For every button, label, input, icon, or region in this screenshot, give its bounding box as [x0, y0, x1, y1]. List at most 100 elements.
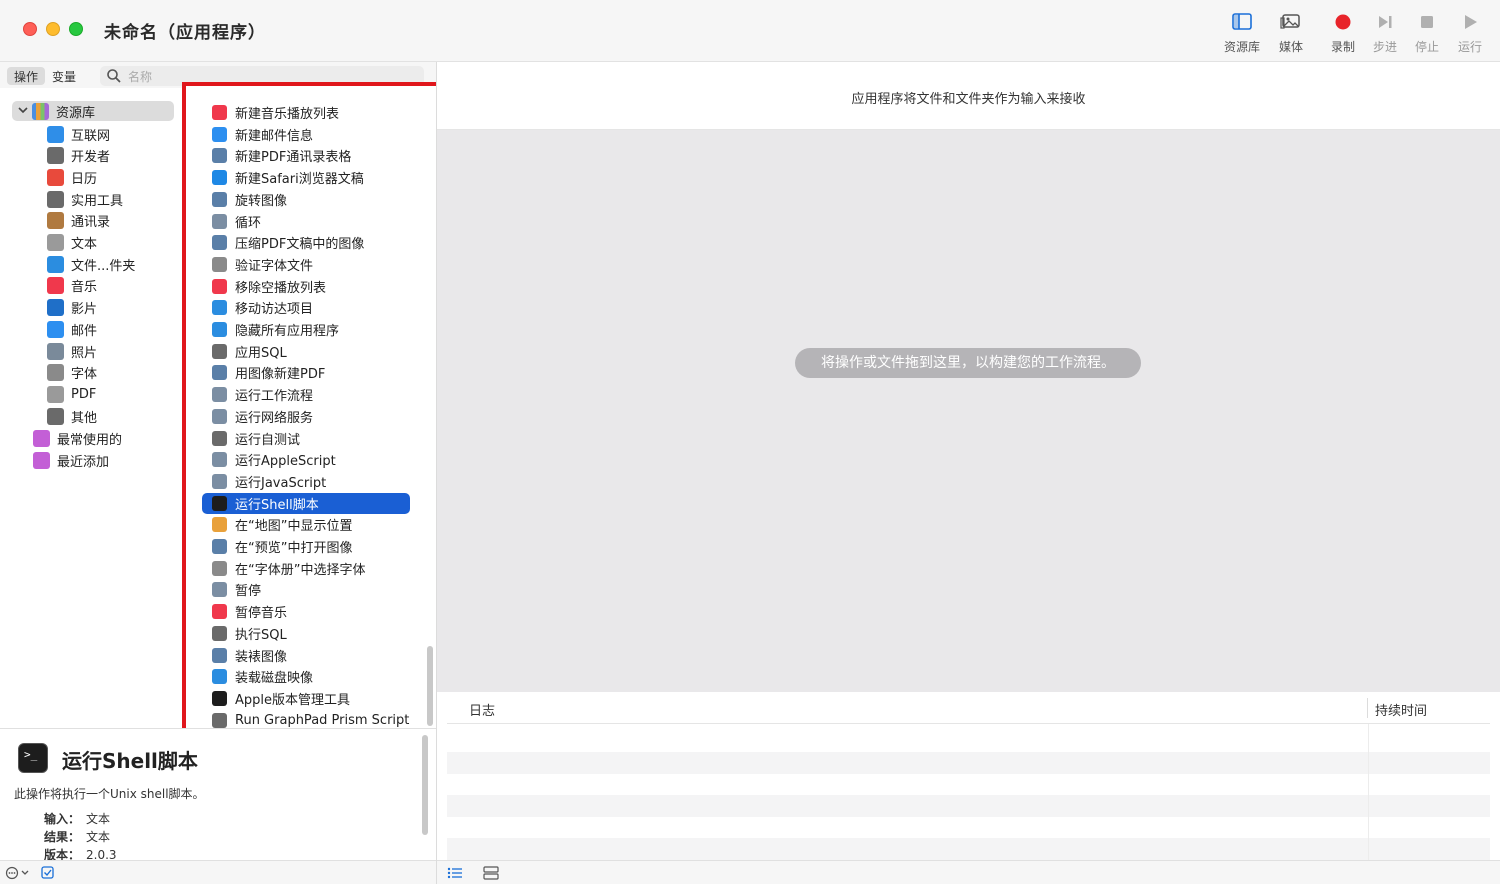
action-description-panel: >_ 运行Shell脚本 此操作将执行一个Unix shell脚本。 输入： 文本… — [0, 728, 436, 862]
action-item-label: 暂停 — [235, 584, 262, 600]
library-item-label: 文件...件夹 — [71, 258, 136, 274]
action-item[interactable]: 新建PDF通讯录表格 — [202, 145, 410, 166]
media-toolbar-button[interactable]: 媒体 — [1265, 10, 1317, 58]
tab-actions[interactable]: 操作 — [7, 67, 46, 85]
minimize-window-button[interactable] — [46, 22, 60, 36]
action-menu-icon[interactable] — [4, 865, 34, 881]
library-item[interactable]: 邮件 — [47, 319, 97, 339]
smart-group-item[interactable]: 最近添加 — [33, 450, 109, 470]
calendar-icon — [47, 168, 64, 186]
action-item[interactable]: 移动访达项目 — [202, 297, 410, 318]
smart-group-label: 最近添加 — [57, 454, 110, 470]
list-view-icon[interactable] — [446, 865, 464, 881]
action-item[interactable]: 运行自测试 — [202, 428, 410, 449]
finder-icon — [212, 322, 227, 337]
font-icon — [212, 560, 227, 576]
checkbox-icon[interactable] — [40, 865, 56, 881]
log-column-header[interactable]: 日志 — [469, 700, 495, 719]
description-scrollbar[interactable] — [422, 735, 428, 835]
window-title: 未命名（应用程序） — [104, 23, 266, 43]
library-item-label: 字体 — [71, 367, 98, 383]
library-item[interactable]: 文件...件夹 — [47, 254, 135, 274]
action-item-label: 在“地图”中显示位置 — [235, 519, 353, 535]
zoom-window-button[interactable] — [69, 22, 83, 36]
action-item-label: 运行JavaScript — [235, 475, 327, 491]
action-item[interactable]: 装载磁盘映像 — [202, 666, 410, 687]
library-item[interactable]: 文本 — [47, 233, 97, 253]
library-item[interactable]: 通讯录 — [47, 211, 110, 231]
library-item[interactable]: 影片 — [47, 298, 97, 318]
globe-icon — [47, 125, 64, 143]
library-root-item[interactable]: 资源库 — [12, 101, 174, 121]
log-column-line — [1368, 724, 1369, 860]
library-item[interactable]: 其他 — [47, 406, 97, 426]
photo-icon — [47, 342, 64, 360]
action-item[interactable]: 运行JavaScript — [202, 471, 410, 492]
preview-icon — [212, 191, 227, 207]
action-item[interactable]: 执行SQL — [202, 623, 410, 644]
library-item[interactable]: 互联网 — [47, 124, 110, 144]
action-item[interactable]: 旋转图像 — [202, 189, 410, 210]
action-item[interactable]: 装裱图像 — [202, 645, 410, 666]
font-icon — [47, 364, 64, 382]
action-item[interactable]: 暂停音乐 — [202, 601, 410, 622]
split-view-icon[interactable] — [482, 865, 500, 881]
library-item[interactable]: PDF — [47, 384, 96, 404]
library-toolbar-button[interactable]: 资源库 — [1216, 10, 1268, 58]
action-item[interactable]: 运行工作流程 — [202, 384, 410, 405]
action-item[interactable]: 应用SQL — [202, 341, 410, 362]
library-item-label: PDF — [71, 386, 97, 402]
action-item[interactable]: Apple版本管理工具 — [202, 688, 410, 709]
action-item[interactable]: 运行网络服务 — [202, 406, 410, 427]
log-panel: 日志 持续时间 — [437, 692, 1500, 860]
library-item[interactable]: 照片 — [47, 341, 97, 361]
library-item[interactable]: 日历 — [47, 167, 97, 187]
action-item-label: 验证字体文件 — [235, 258, 314, 274]
chevron-down-icon — [18, 107, 28, 114]
action-item[interactable]: 新建音乐播放列表 — [202, 102, 410, 123]
actions-list: 新建音乐播放列表新建邮件信息新建PDF通讯录表格 新建Safari浏览器文稿 旋转图… — [182, 82, 444, 734]
action-item-label: 移动访达项目 — [235, 302, 314, 318]
action-item[interactable]: 在“地图”中显示位置 — [202, 514, 410, 535]
run-toolbar-button[interactable]: 运行 — [1444, 10, 1496, 58]
action-item[interactable]: 隐藏所有应用程序 — [202, 319, 410, 340]
action-item[interactable]: 在“字体册”中选择字体 — [202, 558, 410, 579]
smart-group-item[interactable]: 最常使用的 — [33, 428, 122, 448]
tools-icon — [212, 343, 227, 359]
drop-hint: 将操作或文件拖到这里，以构建您的工作流程。 — [795, 348, 1141, 378]
action-item[interactable]: 用图像新建PDF — [202, 362, 410, 383]
library-item[interactable]: 实用工具 — [47, 189, 123, 209]
workflow-drop-area[interactable]: 将操作或文件拖到这里，以构建您的工作流程。 — [437, 130, 1500, 692]
action-item[interactable]: 压缩PDF文稿中的图像 — [202, 232, 410, 253]
action-item[interactable]: 运行Shell脚本 — [202, 492, 410, 514]
close-window-button[interactable] — [23, 22, 37, 36]
action-item-label: 在“预览”中打开图像 — [235, 541, 353, 556]
library-item[interactable]: 开发者 — [47, 146, 110, 166]
smart-folder-icon — [33, 429, 50, 447]
description-result: 结果： 文本 — [44, 830, 111, 844]
preview-icon — [212, 647, 227, 663]
action-item[interactable]: 新建Safari浏览器文稿 — [202, 167, 410, 188]
actions-scrollbar[interactable] — [427, 646, 433, 726]
tab-variables[interactable]: 变量 — [45, 67, 83, 85]
duration-column-header[interactable]: 持续时间 — [1375, 700, 1427, 719]
automator-icon — [212, 582, 227, 598]
action-item[interactable]: 暂停 — [202, 579, 410, 600]
action-item[interactable]: 移除空播放列表 — [202, 276, 410, 297]
text-icon — [47, 234, 64, 251]
action-item[interactable]: 新建邮件信息 — [202, 124, 410, 145]
library-item[interactable]: 字体 — [47, 363, 97, 383]
action-item-label: 新建音乐播放列表 — [235, 107, 340, 122]
action-item-label: 隐藏所有应用程序 — [235, 324, 340, 339]
action-item-label: 装载磁盘映像 — [235, 671, 314, 687]
action-item[interactable]: 循环 — [202, 211, 410, 232]
action-item-label: 在“字体册”中选择字体 — [235, 562, 366, 578]
action-item-label: 新建PDF通讯录表格 — [235, 150, 352, 166]
action-item[interactable]: 运行AppleScript — [202, 449, 410, 470]
library-item-label: 照片 — [71, 345, 98, 361]
library-icon — [32, 102, 49, 120]
sidebar-segmented-control: 操作 变量 — [7, 67, 83, 85]
action-item[interactable]: 在“预览”中打开图像 — [202, 536, 410, 557]
library-item[interactable]: 音乐 — [47, 276, 97, 296]
action-item[interactable]: 验证字体文件 — [202, 254, 410, 275]
